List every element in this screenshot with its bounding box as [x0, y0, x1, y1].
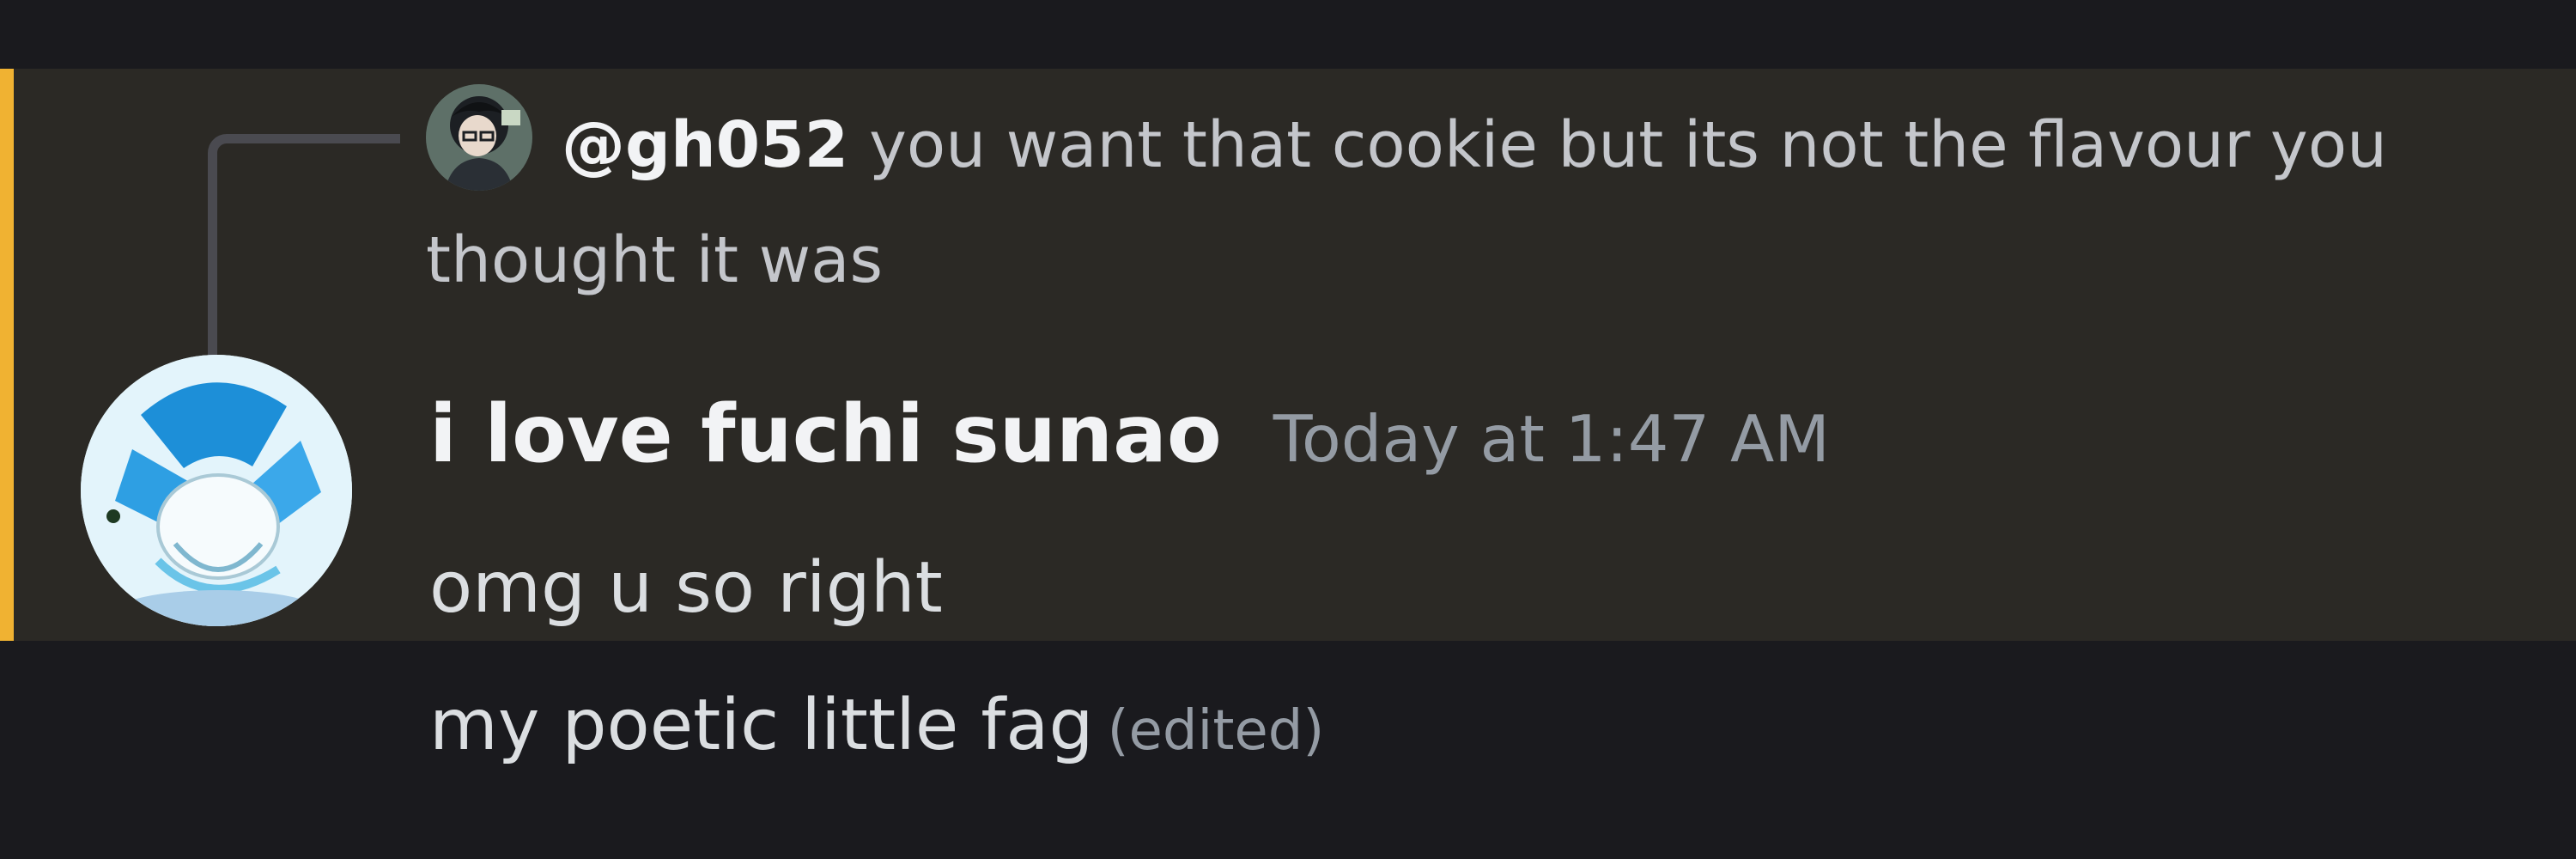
message-author-name[interactable]: i love fuchi sunao	[429, 378, 1222, 490]
message-header: i love fuchi sunao Today at 1:47 AM	[429, 378, 1830, 490]
mention-highlight-bar	[0, 69, 14, 641]
reply-author-name[interactable]: @gh052	[562, 108, 848, 182]
message-avatar-art	[81, 355, 352, 626]
followup-message-text: my poetic little fag	[429, 685, 1094, 766]
chat-view: @gh052 you want that cookie but its not t…	[0, 0, 2576, 859]
chat-top-strip	[0, 0, 2576, 69]
reply-preview[interactable]: @gh052 you want that cookie but its not t…	[426, 88, 2401, 318]
followup-message[interactable]: my poetic little fag (edited)	[429, 670, 1324, 787]
message-timestamp[interactable]: Today at 1:47 AM	[1273, 383, 1830, 495]
message-body: omg u so right	[429, 547, 943, 629]
edited-label: (edited)	[1107, 699, 1325, 763]
message-author-avatar[interactable]	[81, 355, 352, 626]
mentioned-message-group[interactable]: @gh052 you want that cookie but its not t…	[0, 69, 2576, 641]
